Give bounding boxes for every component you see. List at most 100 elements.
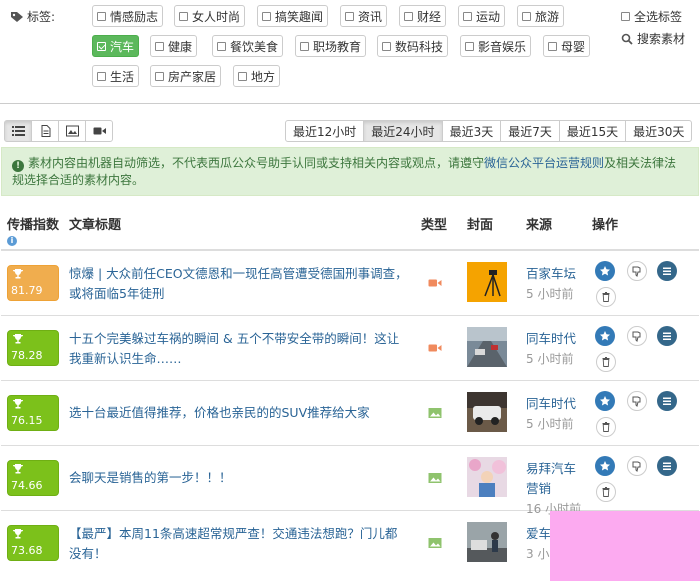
- menu-button[interactable]: [657, 326, 677, 346]
- header-cover: 封面: [467, 218, 494, 233]
- time-filter-3d[interactable]: 最近3天: [441, 120, 502, 142]
- tag-chip-funny[interactable]: 搞笑趣闻: [257, 5, 329, 27]
- time-filter-30d[interactable]: 最近30天: [625, 120, 693, 142]
- article-cover-image[interactable]: [467, 522, 507, 562]
- header-index: 传播指数 i: [7, 218, 60, 246]
- cover-thumbnail: [467, 262, 507, 302]
- tag-chip-finance[interactable]: 财经: [399, 5, 447, 27]
- time-filter-24h[interactable]: 最近24小时: [363, 120, 443, 142]
- tag-chip-tech[interactable]: 数码科技: [377, 35, 449, 57]
- delete-button[interactable]: [596, 417, 616, 437]
- image-icon: [428, 408, 442, 418]
- article-cover-image[interactable]: [467, 327, 507, 367]
- menu-button[interactable]: [657, 456, 677, 476]
- checkbox[interactable]: [155, 71, 164, 81]
- favorite-button[interactable]: [595, 261, 615, 281]
- time-filter-7d[interactable]: 最近7天: [500, 120, 560, 142]
- dislike-button[interactable]: [627, 456, 647, 476]
- delete-button[interactable]: [596, 482, 616, 502]
- delete-button[interactable]: [596, 287, 616, 307]
- tag-chip-news[interactable]: 资讯: [340, 5, 388, 27]
- tag-chip-emotion[interactable]: 情感励志: [92, 5, 164, 27]
- source-name-link[interactable]: 易拜汽车营销: [526, 459, 586, 499]
- view-video-button[interactable]: [85, 120, 113, 142]
- delete-button[interactable]: [596, 352, 616, 372]
- checkbox-checked[interactable]: [97, 41, 106, 51]
- checkbox[interactable]: [382, 41, 391, 51]
- tag-chip-food[interactable]: 餐饮美食: [212, 35, 284, 57]
- list-icon: [663, 462, 671, 470]
- source-name-link[interactable]: 百家车坛: [526, 264, 586, 284]
- article-cover-image[interactable]: [467, 392, 507, 432]
- favorite-button[interactable]: [595, 456, 615, 476]
- tag-chip-baby[interactable]: 母婴: [543, 35, 591, 57]
- cover-thumbnail: [467, 522, 507, 562]
- checkbox[interactable]: [345, 11, 354, 21]
- favorite-button[interactable]: [595, 391, 615, 411]
- menu-button[interactable]: [657, 391, 677, 411]
- video-icon: [93, 127, 106, 135]
- checkbox[interactable]: [179, 11, 188, 21]
- select-all-tags[interactable]: 全选标签: [621, 8, 682, 25]
- article-source: 百家车坛 5 小时前: [526, 264, 586, 304]
- dislike-button[interactable]: [627, 261, 647, 281]
- search-materials-link[interactable]: 搜索素材: [621, 30, 685, 47]
- checkbox[interactable]: [262, 11, 271, 21]
- checkbox[interactable]: [97, 11, 106, 21]
- article-title-link[interactable]: 十五个完美躲过车祸的瞬间 & 五个不带安全带的瞬间！这让我重新认识生命……: [69, 329, 409, 369]
- checkbox[interactable]: [463, 11, 472, 21]
- tag-chip-home[interactable]: 房产家居: [150, 65, 222, 87]
- tag-chip-auto[interactable]: 汽车: [92, 35, 140, 57]
- checkbox[interactable]: [300, 41, 309, 51]
- rules-link[interactable]: 微信公众平台运营规则: [484, 156, 604, 170]
- tag-chip-local[interactable]: 地方: [233, 65, 281, 87]
- article-title-link[interactable]: 会聊天是销售的第一步！！！: [69, 468, 409, 488]
- checkbox[interactable]: [155, 41, 164, 51]
- article-title-link[interactable]: 选十台最近值得推荐，价格也亲民的的SUV推荐给大家: [69, 403, 409, 423]
- checkbox[interactable]: [217, 41, 226, 51]
- view-list-button[interactable]: [4, 120, 32, 142]
- tag-chip-fashion[interactable]: 女人时尚: [174, 5, 246, 27]
- article-cover-image[interactable]: [467, 457, 507, 497]
- spread-index-badge: 74.66: [7, 460, 59, 496]
- source-name-link[interactable]: 同车时代: [526, 394, 586, 414]
- dislike-button[interactable]: [627, 391, 647, 411]
- checkbox[interactable]: [621, 12, 630, 21]
- tag-chip-entertainment[interactable]: 影音娱乐: [460, 35, 532, 57]
- checkbox[interactable]: [465, 41, 474, 51]
- view-article-button[interactable]: [31, 120, 59, 142]
- publish-time: 5 小时前: [526, 287, 574, 301]
- view-image-button[interactable]: [58, 120, 86, 142]
- article-title-link[interactable]: 惊爆 | 大众前任CEO文德恩和一现任高管遭受德国刑事调查，或将面临5年徒刑: [69, 264, 409, 304]
- cover-thumbnail: [467, 327, 507, 367]
- tag-chip-life[interactable]: 生活: [92, 65, 140, 87]
- trash-icon: [602, 292, 610, 302]
- spread-index-badge: 73.68: [7, 525, 59, 561]
- publish-time: 5 小时前: [526, 352, 574, 366]
- article-title-link[interactable]: 【最严】本周11条高速超常规严查！交通违法想跑？门儿都没有！: [69, 524, 409, 564]
- time-filter-15d[interactable]: 最近15天: [558, 120, 627, 142]
- time-filter-12h[interactable]: 最近12小时: [285, 120, 365, 142]
- tag-chip-sports[interactable]: 运动: [458, 5, 506, 27]
- checkbox[interactable]: [548, 41, 557, 51]
- tag-chip-career[interactable]: 职场教育: [295, 35, 367, 57]
- table-row: 74.66 会聊天是销售的第一步！！！ 易拜汽车营销 16 小时前: [1, 446, 699, 516]
- checkbox[interactable]: [404, 11, 413, 21]
- info-icon[interactable]: i: [7, 236, 17, 246]
- trophy-icon: [12, 334, 24, 344]
- checkbox[interactable]: [522, 11, 531, 21]
- tag-chip-health[interactable]: 健康: [150, 35, 198, 57]
- thumbs-down-icon: [632, 331, 641, 342]
- view-mode-group: [4, 120, 113, 142]
- list-icon: [11, 126, 25, 136]
- checkbox[interactable]: [238, 71, 247, 81]
- favorite-button[interactable]: [595, 326, 615, 346]
- checkbox[interactable]: [97, 71, 106, 81]
- source-name-link[interactable]: 同车时代: [526, 329, 586, 349]
- menu-button[interactable]: [657, 261, 677, 281]
- dislike-button[interactable]: [627, 326, 647, 346]
- table-row: 78.28 十五个完美躲过车祸的瞬间 & 五个不带安全带的瞬间！这让我重新认识生…: [1, 316, 699, 381]
- tags-label: 标签:: [10, 8, 55, 25]
- article-cover-image[interactable]: [467, 262, 507, 302]
- tag-chip-travel[interactable]: 旅游: [517, 5, 565, 27]
